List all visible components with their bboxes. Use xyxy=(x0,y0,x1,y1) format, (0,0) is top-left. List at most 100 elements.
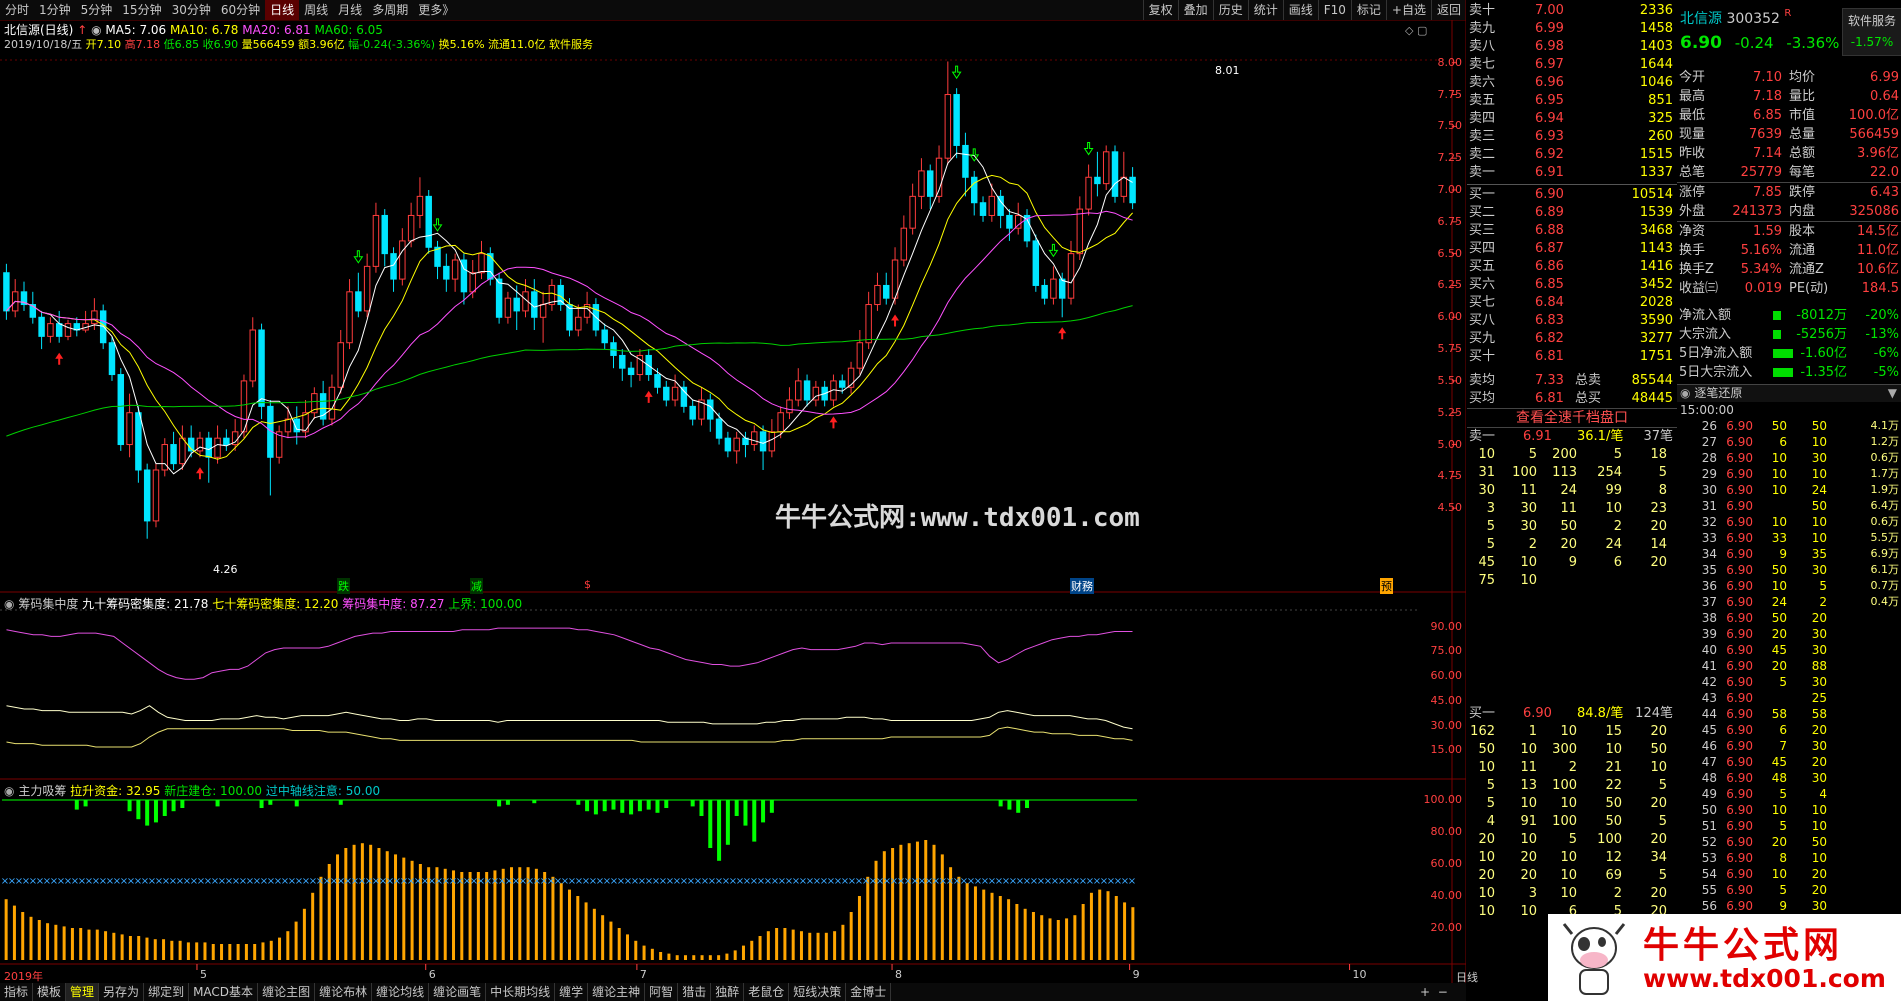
indicator-tab-15[interactable]: 独醉 xyxy=(711,983,745,1001)
indicator-tab-5[interactable]: MACD基本 xyxy=(189,983,259,1001)
order-row[interactable]: 卖四 6.94 325 xyxy=(1467,110,1677,128)
event-label-5[interactable]: 预 xyxy=(1380,578,1393,594)
candle-body xyxy=(1094,176,1101,185)
indicator-tab-1[interactable]: 模板 xyxy=(33,983,67,1001)
indicator-tab-13[interactable]: 阿智 xyxy=(645,983,679,1001)
order-row[interactable]: 卖七 6.97 1644 xyxy=(1467,56,1677,74)
tick-row: 44 6.90 58 58 xyxy=(1677,706,1901,722)
queue-cell: 10 xyxy=(1520,832,1537,847)
indicator-tab-0[interactable]: 指标 xyxy=(0,983,34,1001)
candle xyxy=(583,291,591,324)
panel-settings-icon[interactable]: ◉ xyxy=(4,597,14,611)
tick-seq: 27 xyxy=(1701,435,1717,449)
candle-body xyxy=(337,342,344,388)
queue-cell: 254 xyxy=(1597,465,1622,480)
neg-force-bar xyxy=(268,800,273,805)
order-row[interactable]: 买四 6.87 1143 xyxy=(1467,240,1677,258)
order-row[interactable]: 买十 6.81 1751 xyxy=(1467,348,1677,366)
stock-name: 北信源 xyxy=(1680,11,1722,27)
panel3-settings-icon[interactable]: ◉ xyxy=(4,784,14,798)
buy-arrow-icon xyxy=(829,416,838,429)
order-row[interactable]: 卖一 6.91 1337 xyxy=(1467,164,1677,182)
tick-row: 29 6.90 10 10 1.7万 xyxy=(1677,466,1901,482)
indicator-tab-3[interactable]: 另存为 xyxy=(99,983,145,1001)
order-row[interactable]: 卖五 6.95 851 xyxy=(1467,92,1677,110)
order-row[interactable]: 买七 6.84 2028 xyxy=(1467,294,1677,312)
order-volume: 3468 xyxy=(1639,223,1673,238)
price-tick: 4.75 xyxy=(1437,469,1463,483)
tick-vol: 8 xyxy=(1779,851,1787,865)
order-price: 6.99 xyxy=(1535,21,1564,36)
quote-value: 22.0 xyxy=(1870,165,1899,180)
order-row[interactable]: 卖六 6.96 1046 xyxy=(1467,74,1677,92)
force-bar xyxy=(692,955,696,960)
force-bar xyxy=(1065,918,1069,960)
queue-cell: 10 xyxy=(1650,760,1667,775)
force-bar xyxy=(385,851,389,960)
order-row[interactable]: 买五 6.86 1416 xyxy=(1467,258,1677,276)
event-label-2[interactable]: 减 xyxy=(470,578,483,594)
indicator-tab-9[interactable]: 缠论画笔 xyxy=(429,983,487,1001)
tick-dropdown-icon[interactable]: ▼ xyxy=(1888,385,1897,402)
queue-cell: 2 xyxy=(1568,760,1577,775)
candle xyxy=(944,61,952,165)
indicator-tab-10[interactable]: 中长期均线 xyxy=(486,983,556,1001)
event-label-3[interactable]: $ xyxy=(584,578,591,591)
indicator-tab-18[interactable]: 金博士 xyxy=(846,983,892,1001)
tick-first-time: 15:00:00 xyxy=(1680,403,1734,417)
event-label-1[interactable]: 跌 xyxy=(337,578,350,594)
candle xyxy=(927,164,934,210)
neg-force-bar xyxy=(145,800,150,826)
tick-settings-icon[interactable]: ◉ xyxy=(1680,386,1690,400)
candle-body xyxy=(381,214,388,255)
quote-label: 股本 xyxy=(1789,224,1816,239)
quote-value: 25779 xyxy=(1740,165,1782,180)
order-price: 6.98 xyxy=(1535,39,1564,54)
indicator-tab-17[interactable]: 短线决策 xyxy=(789,983,847,1001)
flow-bar xyxy=(1773,311,1781,320)
sector-box[interactable]: 软件服务 -1.57% xyxy=(1842,8,1901,56)
indicator-tab-4[interactable]: 绑定到 xyxy=(144,983,190,1001)
indicator-tab-14[interactable]: 猎击 xyxy=(678,983,712,1001)
queue-cell: 20 xyxy=(1650,724,1667,739)
price-tick: 6.25 xyxy=(1437,278,1463,292)
order-row[interactable]: 卖二 6.92 1515 xyxy=(1467,146,1677,164)
order-volume: 1046 xyxy=(1639,75,1673,90)
order-row[interactable]: 买九 6.82 3277 xyxy=(1467,330,1677,348)
remove-tab-icon[interactable]: − xyxy=(1438,985,1448,999)
queue-avg: 84.8/笔 xyxy=(1577,706,1624,721)
tick-row: 28 6.90 10 30 0.6万 xyxy=(1677,450,1901,466)
force-bar xyxy=(153,939,157,960)
order-row[interactable]: 买三 6.88 3468 xyxy=(1467,222,1677,240)
candle-body xyxy=(451,259,459,280)
tick-seq: 28 xyxy=(1701,451,1717,465)
neg-force-bar xyxy=(1007,800,1012,810)
neg-force-bar xyxy=(734,800,739,816)
indicator-tab-8[interactable]: 缠论均线 xyxy=(372,983,430,1001)
order-row[interactable]: 卖八 6.98 1403 xyxy=(1467,38,1677,56)
order-row[interactable]: 卖三 6.93 260 xyxy=(1467,128,1677,146)
order-row[interactable]: 卖十 7.00 2336 xyxy=(1467,2,1677,20)
tick-seq: 54 xyxy=(1701,867,1717,881)
candle-body xyxy=(715,418,723,439)
indicator-tab-11[interactable]: 缠学 xyxy=(555,983,589,1001)
indicator-tab-2[interactable]: 管理 xyxy=(66,983,100,1001)
order-row[interactable]: 卖九 6.99 1458 xyxy=(1467,20,1677,38)
order-volume: 1539 xyxy=(1639,205,1673,220)
kline-chart[interactable]: ××××××××××××××××××××××××××××××××××××××××… xyxy=(0,0,1466,985)
add-tab-icon[interactable]: + xyxy=(1420,985,1430,999)
event-label-4[interactable]: 财務 xyxy=(1070,578,1094,594)
candle-body xyxy=(680,386,688,407)
order-row[interactable]: 买一 6.90 10514 xyxy=(1467,186,1677,204)
order-row[interactable]: 买六 6.85 3452 xyxy=(1467,276,1677,294)
order-row[interactable]: 买八 6.83 3590 xyxy=(1467,312,1677,330)
depth-button[interactable]: 查看全速千档盘口 xyxy=(1467,408,1677,428)
indicator-tab-7[interactable]: 缠论布林 xyxy=(315,983,373,1001)
indicator-tab-6[interactable]: 缠论主图 xyxy=(258,983,316,1001)
candle xyxy=(883,272,890,305)
order-row[interactable]: 买二 6.89 1539 xyxy=(1467,204,1677,222)
indicator-tab-12[interactable]: 缠论主神 xyxy=(588,983,646,1001)
neg-force-bar xyxy=(74,800,79,810)
candle xyxy=(425,190,432,254)
indicator-tab-16[interactable]: 老鼠仓 xyxy=(744,983,790,1001)
